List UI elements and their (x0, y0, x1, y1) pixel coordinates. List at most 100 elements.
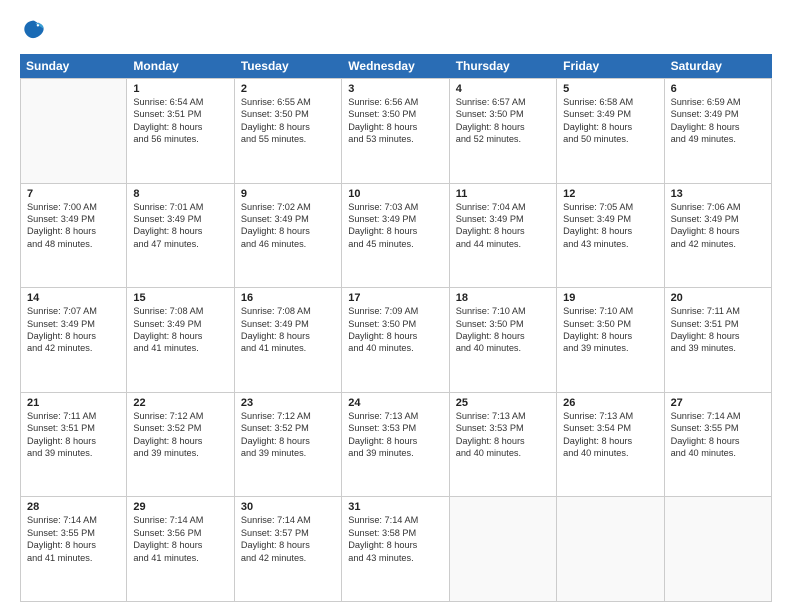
cell-info-line: Sunrise: 7:12 AM (241, 410, 335, 422)
calendar-cell (557, 497, 664, 601)
calendar-cell: 3Sunrise: 6:56 AMSunset: 3:50 PMDaylight… (342, 79, 449, 183)
calendar-cell: 6Sunrise: 6:59 AMSunset: 3:49 PMDaylight… (665, 79, 772, 183)
cell-info-line: and 46 minutes. (241, 238, 335, 250)
calendar-cell: 9Sunrise: 7:02 AMSunset: 3:49 PMDaylight… (235, 184, 342, 288)
calendar-cell: 27Sunrise: 7:14 AMSunset: 3:55 PMDayligh… (665, 393, 772, 497)
cell-info-line: Sunrise: 7:11 AM (671, 305, 765, 317)
cell-info-line: Daylight: 8 hours (671, 225, 765, 237)
day-number: 14 (27, 292, 120, 304)
cell-info-line: Sunrise: 7:11 AM (27, 410, 120, 422)
logo (20, 16, 52, 44)
calendar-cell: 22Sunrise: 7:12 AMSunset: 3:52 PMDayligh… (127, 393, 234, 497)
cell-info-line: and 39 minutes. (671, 342, 765, 354)
cell-info-line: Sunrise: 6:58 AM (563, 96, 657, 108)
day-number: 28 (27, 501, 120, 513)
cell-info-line: Daylight: 8 hours (456, 121, 550, 133)
cell-info-line: Daylight: 8 hours (671, 330, 765, 342)
calendar-cell: 4Sunrise: 6:57 AMSunset: 3:50 PMDaylight… (450, 79, 557, 183)
day-header-friday: Friday (557, 54, 664, 78)
calendar-cell: 17Sunrise: 7:09 AMSunset: 3:50 PMDayligh… (342, 288, 449, 392)
day-number: 7 (27, 188, 120, 200)
cell-info-line: Daylight: 8 hours (348, 225, 442, 237)
cell-info-line: Daylight: 8 hours (671, 121, 765, 133)
cell-info-line: Sunrise: 6:55 AM (241, 96, 335, 108)
day-number: 15 (133, 292, 227, 304)
cell-info-line: Sunset: 3:55 PM (671, 422, 765, 434)
cell-info-line: Sunrise: 7:08 AM (133, 305, 227, 317)
cell-info-line: Sunrise: 7:14 AM (27, 514, 120, 526)
cell-info-line: Daylight: 8 hours (133, 225, 227, 237)
cell-info-line: Sunset: 3:53 PM (348, 422, 442, 434)
day-number: 24 (348, 397, 442, 409)
page: SundayMondayTuesdayWednesdayThursdayFrid… (0, 0, 792, 612)
cell-info-line: Sunset: 3:55 PM (27, 527, 120, 539)
day-number: 5 (563, 83, 657, 95)
cell-info-line: Sunrise: 7:13 AM (563, 410, 657, 422)
cell-info-line: and 52 minutes. (456, 133, 550, 145)
cell-info-line: and 44 minutes. (456, 238, 550, 250)
cell-info-line: and 40 minutes. (563, 447, 657, 459)
calendar-cell: 11Sunrise: 7:04 AMSunset: 3:49 PMDayligh… (450, 184, 557, 288)
cell-info-line: Daylight: 8 hours (241, 330, 335, 342)
cell-info-line: Sunset: 3:49 PM (563, 213, 657, 225)
cell-info-line: and 39 minutes. (563, 342, 657, 354)
cell-info-line: Sunset: 3:49 PM (133, 318, 227, 330)
calendar-cell: 25Sunrise: 7:13 AMSunset: 3:53 PMDayligh… (450, 393, 557, 497)
cell-info-line: Sunset: 3:51 PM (27, 422, 120, 434)
day-number: 8 (133, 188, 227, 200)
cell-info-line: and 43 minutes. (563, 238, 657, 250)
cell-info-line: Daylight: 8 hours (348, 539, 442, 551)
day-header-tuesday: Tuesday (235, 54, 342, 78)
cell-info-line: Daylight: 8 hours (27, 435, 120, 447)
cell-info-line: Sunrise: 7:14 AM (671, 410, 765, 422)
cell-info-line: Sunset: 3:50 PM (348, 108, 442, 120)
calendar-cell (20, 79, 127, 183)
calendar-cell: 5Sunrise: 6:58 AMSunset: 3:49 PMDaylight… (557, 79, 664, 183)
day-number: 2 (241, 83, 335, 95)
calendar-cell: 1Sunrise: 6:54 AMSunset: 3:51 PMDaylight… (127, 79, 234, 183)
cell-info-line: Sunset: 3:50 PM (348, 318, 442, 330)
day-header-sunday: Sunday (20, 54, 127, 78)
cell-info-line: Sunset: 3:50 PM (456, 318, 550, 330)
cell-info-line: Daylight: 8 hours (456, 225, 550, 237)
cell-info-line: Sunset: 3:58 PM (348, 527, 442, 539)
cell-info-line: Daylight: 8 hours (241, 539, 335, 551)
calendar-body: 1Sunrise: 6:54 AMSunset: 3:51 PMDaylight… (20, 78, 772, 602)
cell-info-line: Sunrise: 7:10 AM (563, 305, 657, 317)
cell-info-line: Sunrise: 7:01 AM (133, 201, 227, 213)
day-number: 23 (241, 397, 335, 409)
cell-info-line: Sunset: 3:50 PM (563, 318, 657, 330)
day-number: 13 (671, 188, 765, 200)
calendar-cell: 13Sunrise: 7:06 AMSunset: 3:49 PMDayligh… (665, 184, 772, 288)
cell-info-line: Sunrise: 7:12 AM (133, 410, 227, 422)
cell-info-line: Daylight: 8 hours (27, 539, 120, 551)
day-number: 19 (563, 292, 657, 304)
calendar: SundayMondayTuesdayWednesdayThursdayFrid… (20, 54, 772, 602)
cell-info-line: Sunrise: 7:13 AM (348, 410, 442, 422)
cell-info-line: Sunrise: 7:14 AM (241, 514, 335, 526)
cell-info-line: Daylight: 8 hours (27, 330, 120, 342)
cell-info-line: Sunrise: 7:06 AM (671, 201, 765, 213)
day-header-saturday: Saturday (665, 54, 772, 78)
cell-info-line: and 56 minutes. (133, 133, 227, 145)
cell-info-line: Daylight: 8 hours (456, 330, 550, 342)
day-number: 20 (671, 292, 765, 304)
calendar-cell: 21Sunrise: 7:11 AMSunset: 3:51 PMDayligh… (20, 393, 127, 497)
cell-info-line: Sunset: 3:51 PM (671, 318, 765, 330)
day-number: 22 (133, 397, 227, 409)
cell-info-line: and 42 minutes. (27, 342, 120, 354)
calendar-cell: 23Sunrise: 7:12 AMSunset: 3:52 PMDayligh… (235, 393, 342, 497)
cell-info-line: Sunrise: 6:56 AM (348, 96, 442, 108)
cell-info-line: and 41 minutes. (241, 342, 335, 354)
day-number: 12 (563, 188, 657, 200)
day-number: 21 (27, 397, 120, 409)
cell-info-line: Sunrise: 6:57 AM (456, 96, 550, 108)
cell-info-line: Sunrise: 7:03 AM (348, 201, 442, 213)
calendar-cell: 16Sunrise: 7:08 AMSunset: 3:49 PMDayligh… (235, 288, 342, 392)
calendar-cell (665, 497, 772, 601)
cell-info-line: Sunset: 3:57 PM (241, 527, 335, 539)
day-number: 10 (348, 188, 442, 200)
calendar-cell: 18Sunrise: 7:10 AMSunset: 3:50 PMDayligh… (450, 288, 557, 392)
cell-info-line: Sunset: 3:49 PM (671, 108, 765, 120)
cell-info-line: Daylight: 8 hours (241, 435, 335, 447)
